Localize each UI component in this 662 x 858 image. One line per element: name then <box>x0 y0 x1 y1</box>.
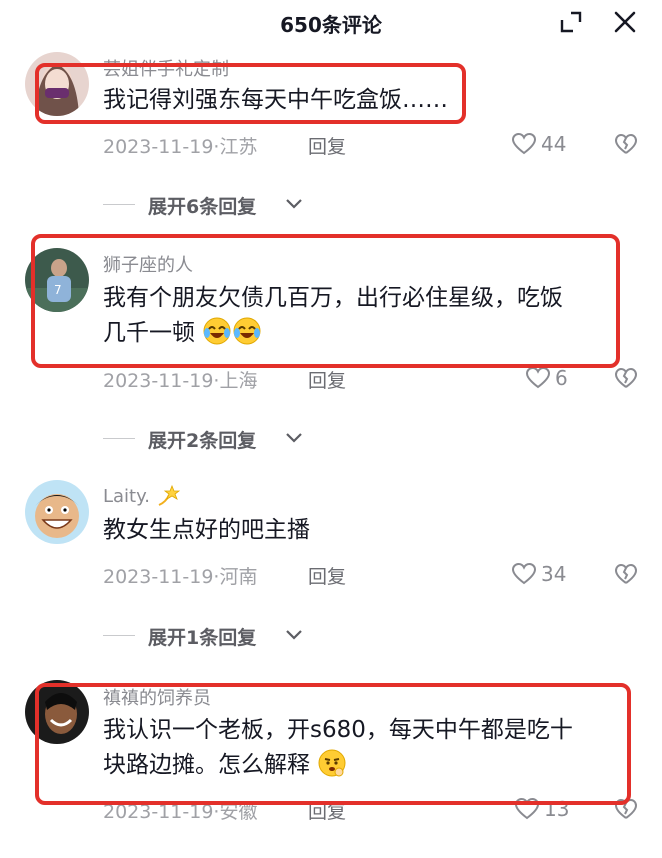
heart-icon <box>511 132 537 155</box>
comment-meta: 2023-11-19·上海 <box>103 366 257 393</box>
reply-button[interactable]: 回复 <box>308 797 346 824</box>
avatar[interactable] <box>25 52 89 116</box>
broken-heart-icon <box>614 133 638 154</box>
comment-text-line-2: 块路边摊。怎么解释 <box>103 748 623 789</box>
avatar[interactable] <box>25 480 89 544</box>
heart-icon <box>525 366 551 389</box>
like-count: 44 <box>541 132 567 156</box>
heart-icon <box>511 562 537 585</box>
comment-meta: 2023-11-19·河南 <box>103 562 257 589</box>
comment-location: 安徽 <box>219 801 258 823</box>
comment-location: 江苏 <box>219 136 258 158</box>
laughing-crying-emoji <box>202 316 232 357</box>
reply-button[interactable]: 回复 <box>308 562 346 589</box>
like-count: 13 <box>544 797 570 821</box>
close-icon[interactable] <box>612 9 638 35</box>
username[interactable]: 狮子座的人 <box>103 251 193 277</box>
comment-text-line: 我有个朋友欠债几百万，出行必住星级，吃饭 <box>103 285 563 311</box>
broken-heart-icon <box>614 367 638 388</box>
comment-date: 2023-11-19 <box>103 801 214 823</box>
thinking-face-emoji <box>317 748 347 789</box>
expand-replies-label: 展开6条回复 <box>148 196 257 218</box>
chevron-down-icon <box>286 199 302 209</box>
broken-heart-icon <box>614 563 638 584</box>
dislike-button[interactable] <box>614 798 638 822</box>
comment-text: 我认识一个老板，开s680，每天中午都是吃十 块路边摊。怎么解释 <box>103 713 623 789</box>
reply-button[interactable]: 回复 <box>308 132 346 159</box>
dislike-button[interactable] <box>614 563 638 587</box>
comment-meta: 2023-11-19·安徽 <box>103 797 257 824</box>
comment-date: 2023-11-19 <box>103 136 214 158</box>
comment-text: 教女生点好的吧主播 <box>103 513 623 548</box>
like-count: 34 <box>541 562 567 586</box>
comment-date: 2023-11-19 <box>103 370 214 392</box>
expand-replies-label: 展开2条回复 <box>148 430 257 452</box>
username[interactable]: Laity. <box>103 484 180 513</box>
svg-text:7: 7 <box>54 283 62 297</box>
comment-text-line: 我认识一个老板，开s680，每天中午都是吃十 <box>103 717 573 743</box>
comment-date: 2023-11-19 <box>103 566 214 588</box>
chevron-down-icon <box>286 630 302 640</box>
dizzy-star-emoji <box>156 484 180 513</box>
divider-line <box>103 204 135 205</box>
comment-text-line: 我记得刘强东每天中午吃盒饭…… <box>103 87 448 113</box>
comment-text-line: 教女生点好的吧主播 <box>103 517 310 543</box>
like-count: 6 <box>555 366 568 390</box>
chevron-down-icon <box>286 433 302 443</box>
comments-header: 650条评论 <box>0 0 662 46</box>
laughing-crying-emoji <box>232 316 262 357</box>
comment-text-line-2: 几千一顿 <box>103 316 623 357</box>
avatar[interactable]: 7 <box>25 248 89 312</box>
comment-location: 上海 <box>219 370 258 392</box>
comment-meta: 2023-11-19·江苏 <box>103 132 257 159</box>
comment-text: 我记得刘强东每天中午吃盒饭…… <box>103 83 623 118</box>
comment-location: 河南 <box>219 566 258 588</box>
heart-icon <box>514 797 540 820</box>
reply-button[interactable]: 回复 <box>308 366 346 393</box>
username[interactable]: 芸姐伴手礼定制 <box>103 55 229 81</box>
divider-line <box>103 635 135 636</box>
dislike-button[interactable] <box>614 133 638 157</box>
broken-heart-icon <box>614 798 638 819</box>
expand-icon[interactable] <box>558 9 584 35</box>
dislike-button[interactable] <box>614 367 638 391</box>
username[interactable]: 禛禛的饲养员 <box>103 684 211 710</box>
divider-line <box>103 438 135 439</box>
expand-replies-label: 展开1条回复 <box>148 627 257 649</box>
avatar[interactable] <box>25 680 89 744</box>
comment-text: 我有个朋友欠债几百万，出行必住星级，吃饭 几千一顿 <box>103 281 623 357</box>
